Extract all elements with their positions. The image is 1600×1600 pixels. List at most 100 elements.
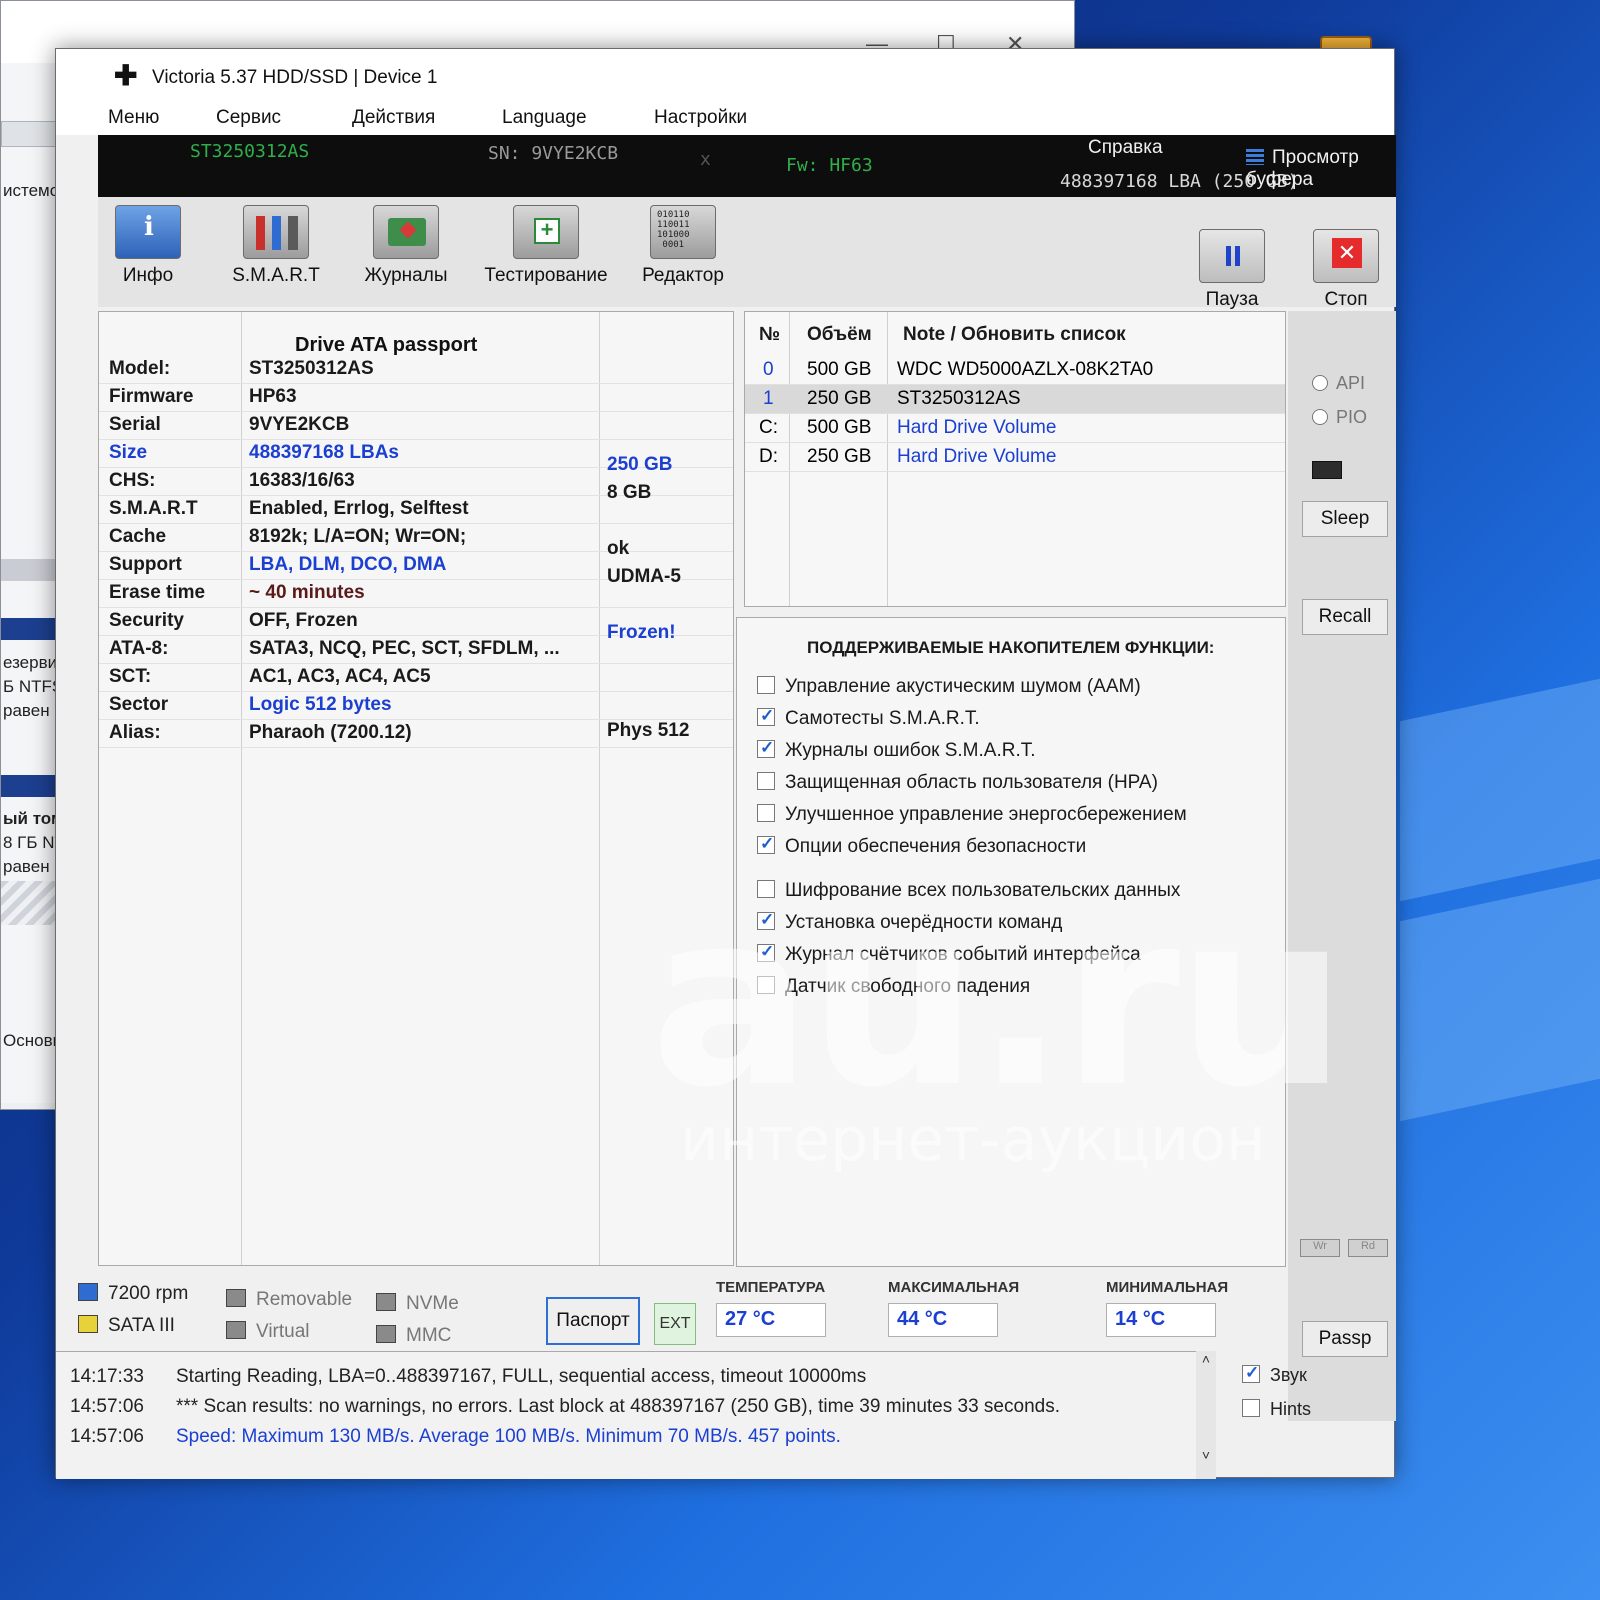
legend-swatch <box>226 1321 246 1339</box>
infobar-separator: x <box>700 149 711 170</box>
legend-swatch <box>226 1289 246 1307</box>
drive-note: Hard Drive Volume <box>897 417 1057 438</box>
legend-nvme: NVMe <box>376 1293 459 1315</box>
feature-label: Журналы ошибок S.M.A.R.T. <box>785 740 1036 761</box>
smart-button-label: S.M.A.R.T <box>232 265 320 286</box>
stop-button[interactable]: Стоп <box>1306 229 1386 311</box>
scroll-up-icon[interactable]: ˄ <box>1196 1351 1216 1367</box>
checkbox-checked[interactable] <box>757 738 775 758</box>
passport-row: Size 488397168 LBAs 250 GB <box>99 440 733 475</box>
feature-smart-selftest[interactable]: Самотесты S.M.A.R.T. <box>757 706 980 730</box>
menu-actions[interactable]: Действия <box>352 107 435 129</box>
drive-row[interactable]: C: 500 GB Hard Drive Volume <box>745 414 1285 443</box>
passport-value: ~ 40 minutes <box>249 582 365 603</box>
menu-language[interactable]: Language <box>502 107 587 129</box>
ext-button[interactable]: EXT <box>654 1303 696 1345</box>
buffer-view-button[interactable]: Просмотр буфера <box>1246 147 1396 191</box>
legend-sata-label: SATA III <box>108 1315 175 1336</box>
feature-aam[interactable]: Управление акустическим шумом (AAM) <box>757 676 1141 698</box>
log-time: 14:17:33 <box>70 1366 144 1387</box>
passport-value: 16383/16/63 <box>249 470 355 491</box>
temp-current-label: ТЕМПЕРАТУРА <box>716 1279 826 1296</box>
passport-label: Erase time <box>109 582 206 603</box>
device-info-bar: ST3250312AS SN: 9VYE2KCB x Fw: HF63 4883… <box>98 135 1396 197</box>
menu-help[interactable]: Справка <box>1088 137 1163 159</box>
drive-size: 250 GB <box>807 388 872 409</box>
feature-smart-errorlog[interactable]: Журналы ошибок S.M.A.R.T. <box>757 738 1036 762</box>
testing-button[interactable]: + Тестирование <box>476 205 616 287</box>
drive-col-no[interactable]: № <box>759 312 780 354</box>
info-icon <box>115 205 181 259</box>
feature-apm[interactable]: Улучшенное управление энергосбережением <box>757 804 1187 826</box>
pio-radio[interactable]: PIO <box>1312 407 1367 428</box>
drive-row[interactable]: D: 250 GB Hard Drive Volume <box>745 443 1285 472</box>
titlebar[interactable]: ✚ Victoria 5.37 HDD/SSD | Device 1 <box>56 49 1394 101</box>
legend-swatch <box>376 1325 396 1343</box>
drive-note: Hard Drive Volume <box>897 446 1057 467</box>
passport-value: ST3250312AS <box>249 358 374 379</box>
smart-button[interactable]: S.M.A.R.T <box>226 205 326 287</box>
binary-editor-icon: 010110 110011 101000 0001 <box>650 205 716 259</box>
drive-row[interactable]: 0 500 GB WDC WD5000AZLX-08K2TA0 <box>745 356 1285 385</box>
legend-removable: Removable <box>226 1289 352 1311</box>
feature-hpa[interactable]: Защищенная область пользователя (HPA) <box>757 772 1158 794</box>
log-time: 14:57:06 <box>70 1396 144 1417</box>
temp-min-label: МИНИМАЛЬНАЯ <box>1106 1279 1229 1296</box>
logs-folder-icon <box>373 205 439 259</box>
scroll-down-icon[interactable]: ˅ <box>1196 1447 1216 1463</box>
bg-text: Основн <box>3 1031 62 1050</box>
checkbox[interactable] <box>757 676 775 694</box>
passport-label: S.M.A.R.T <box>109 498 198 519</box>
editor-button[interactable]: 010110 110011 101000 0001 Редактор <box>628 205 738 287</box>
passport-value: Pharaoh (7200.12) <box>249 722 412 743</box>
passport-row: Security OFF, Frozen Frozen! <box>99 608 733 643</box>
drive-note: ST3250312AS <box>897 388 1021 409</box>
feature-label: Улучшенное управление энергосбережением <box>785 804 1187 825</box>
checkbox-checked[interactable] <box>757 834 775 854</box>
hints-checkbox[interactable]: Hints <box>1242 1399 1311 1420</box>
stop-button-label: Стоп <box>1324 289 1368 310</box>
menu-main[interactable]: Меню <box>108 107 159 129</box>
toolbar: Инфо S.M.A.R.T Журналы + Тестирование 01… <box>98 197 1396 310</box>
logs-button[interactable]: Журналы <box>356 205 456 287</box>
log-scrollbar[interactable]: ˄ ˅ <box>1196 1351 1216 1479</box>
stop-icon <box>1313 229 1379 283</box>
drive-row-selected[interactable]: 1 250 GB ST3250312AS <box>745 385 1285 414</box>
watermark-subtitle: интернет-аукцион <box>680 1105 1266 1175</box>
temp-min-value: 14 °C <box>1106 1303 1216 1337</box>
passp-button[interactable]: Passp <box>1302 1321 1388 1357</box>
status-indicator <box>1312 461 1342 479</box>
sleep-button[interactable]: Sleep <box>1302 501 1388 537</box>
menu-service[interactable]: Сервис <box>216 107 281 129</box>
temp-max-label: МАКСИМАЛЬНАЯ <box>888 1279 1020 1296</box>
pause-button[interactable]: Пауза <box>1192 229 1272 311</box>
legend-sata: SATA III <box>78 1315 175 1337</box>
infobar-model: ST3250312AS <box>190 141 310 162</box>
passport-button[interactable]: Паспорт <box>546 1297 640 1345</box>
log-message: Starting Reading, LBA=0..488397167, FULL… <box>176 1366 867 1387</box>
checkbox[interactable] <box>757 772 775 790</box>
checkbox-checked[interactable] <box>757 706 775 726</box>
checkbox-checked[interactable] <box>1242 1363 1260 1383</box>
drive-col-size[interactable]: Объём <box>807 312 872 354</box>
checkbox[interactable] <box>757 804 775 822</box>
info-button-label: Инфо <box>122 265 174 286</box>
legend-virtual-label: Virtual <box>256 1321 310 1342</box>
passport-value: Logic 512 bytes <box>249 694 392 715</box>
passport-value: HP63 <box>249 386 297 407</box>
drive-col-note[interactable]: Note / Обновить список <box>903 312 1126 354</box>
victoria-cross-icon: ✚ <box>114 60 138 91</box>
passport-row: ATA-8: SATA3, NCQ, PEC, SCT, SFDLM, ... <box>99 636 733 664</box>
radio-dot <box>1312 409 1328 425</box>
menu-settings[interactable]: Настройки <box>654 107 747 129</box>
passport-value: Enabled, Errlog, Selftest <box>249 498 469 519</box>
sound-checkbox[interactable]: Звук <box>1242 1363 1307 1386</box>
api-radio[interactable]: API <box>1312 373 1365 394</box>
recall-button[interactable]: Recall <box>1302 599 1388 635</box>
drive-size: 250 GB <box>807 446 872 467</box>
passport-row: Serial 9VYE2KCB <box>99 412 733 440</box>
checkbox[interactable] <box>1242 1399 1260 1417</box>
feature-security[interactable]: Опции обеспечения безопасности <box>757 834 1086 858</box>
passport-label: Firmware <box>109 386 194 407</box>
info-button[interactable]: Инфо <box>108 205 188 287</box>
